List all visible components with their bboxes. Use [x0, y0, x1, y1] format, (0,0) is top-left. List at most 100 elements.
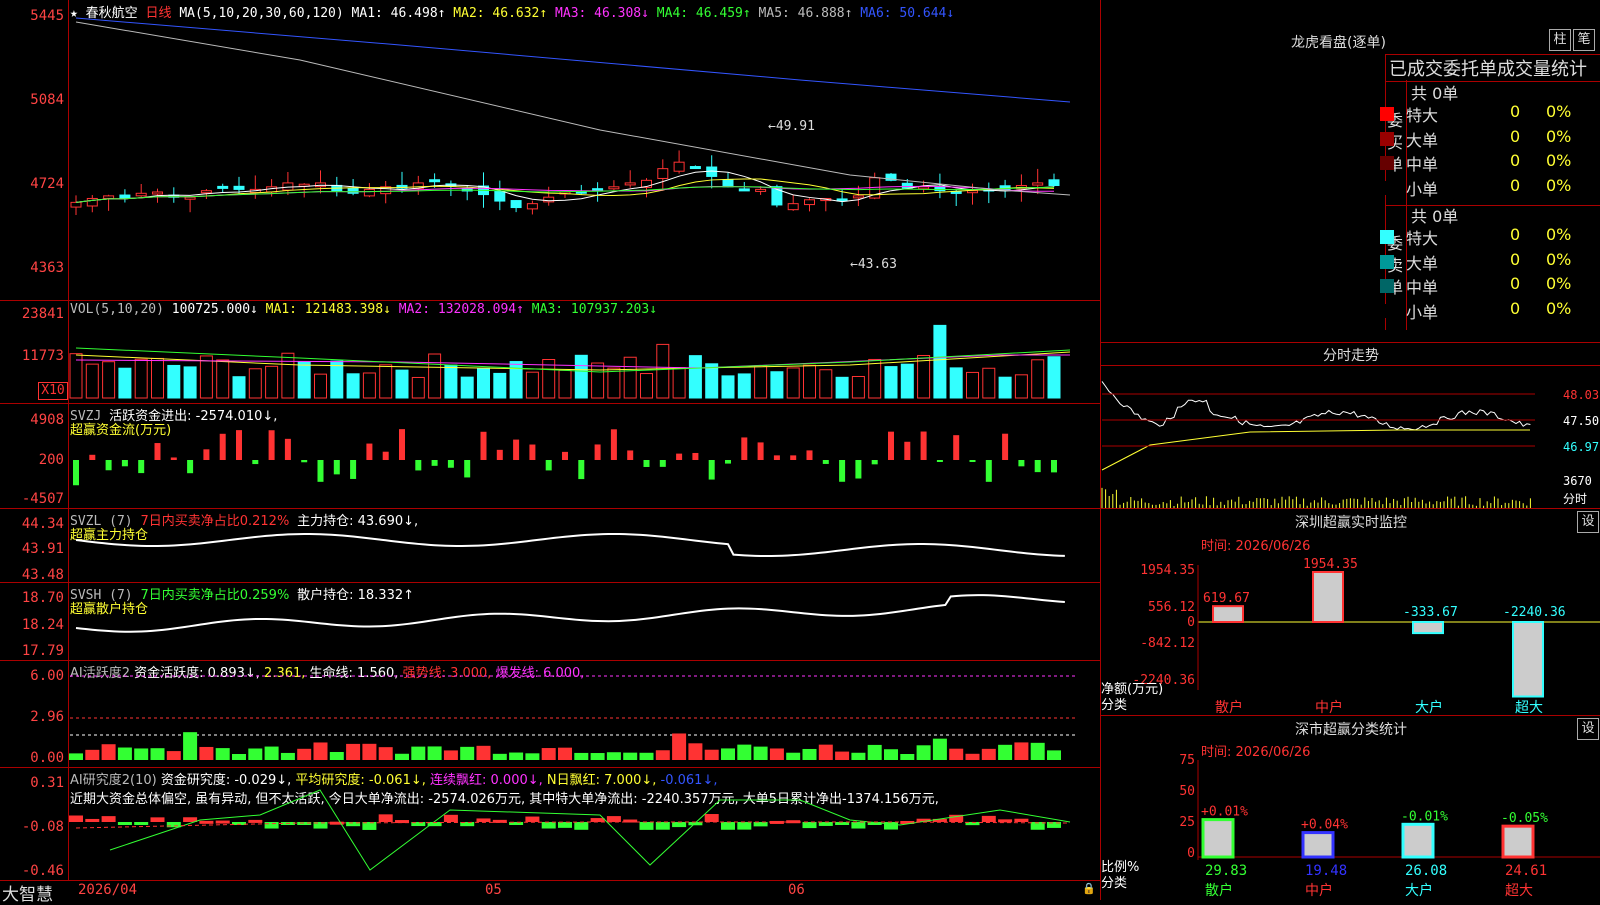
- panel-divider: [0, 880, 1100, 881]
- volume-unit-badge[interactable]: X10: [38, 382, 68, 400]
- panel-divider: [0, 660, 1100, 661]
- svzl-tick: 44.34: [21, 516, 64, 532]
- order-type-swatch: [1380, 107, 1394, 121]
- ai-research-p3: 连续飘红: 0.000↓,: [430, 773, 543, 788]
- main-chart-header: ★ 春秋航空 日线 MA(5,10,20,30,60,120) MA1: 46.…: [70, 2, 954, 21]
- order-type-name: 特大: [1406, 106, 1439, 125]
- price-tick: 4724: [30, 176, 64, 192]
- order-type-swatch: [1380, 131, 1394, 146]
- svzj-tick: 4908: [30, 412, 64, 428]
- ma-value: MA4: 46.459↑: [648, 6, 751, 21]
- sz-class-y-tick: 25: [1179, 815, 1195, 830]
- order-type-pct: 0%: [1546, 249, 1572, 269]
- order-type-count: 0: [1510, 249, 1521, 269]
- intraday-tick: 47.50: [1563, 414, 1600, 428]
- order-type-pct: 0%: [1546, 126, 1572, 146]
- intraday-title: 分时走势: [1323, 348, 1379, 364]
- ai-active-header: AI活跃度2 资金活跃度: 0.893↓, 2.361, 生命线: 1.560,…: [70, 662, 584, 681]
- svzl-tick: 43.48: [21, 567, 64, 583]
- bar-view-button[interactable]: 柱: [1549, 29, 1571, 51]
- order-type-count: 0: [1510, 175, 1521, 195]
- order-type-name: 中单: [1406, 155, 1439, 174]
- ai-active-tick: 6.00: [30, 668, 64, 684]
- order-type-pct: 0%: [1546, 298, 1572, 318]
- svsh-tick: 18.70: [21, 590, 64, 606]
- ai-research-tick: 0.31: [30, 775, 64, 791]
- order-type-pct: 0%: [1546, 225, 1572, 244]
- star-icon[interactable]: ★: [70, 6, 78, 21]
- svzl-tick: 43.91: [21, 541, 64, 557]
- ai-research-title: AI研究度2(10): [70, 773, 157, 788]
- ma-value: MA6: 50.644↓: [852, 6, 955, 21]
- order-type-pct: 0%: [1546, 274, 1572, 293]
- ai-research-header: AI研究度2(10) 资金研究度: -0.029↓, 平均研究度: -0.061…: [70, 769, 717, 788]
- sz-class-title: 深市超赢分类统计: [1295, 722, 1407, 738]
- order-type-swatch: [1380, 230, 1394, 244]
- sz-class-y-tick: 50: [1179, 784, 1195, 799]
- date-axis-start: 2026/04: [78, 882, 138, 898]
- volume-title: VOL(5,10,20): [70, 302, 164, 317]
- date-axis-month: 06: [788, 882, 805, 898]
- order-type-name: 小单: [1406, 302, 1439, 322]
- buy-orders-total: 共 0单: [1411, 84, 1459, 103]
- panel-divider: [0, 767, 1100, 768]
- order-type-name: 大单: [1406, 253, 1439, 273]
- order-type-swatch: [1380, 156, 1394, 170]
- volume-ma1: MA1: 121483.398↓: [265, 302, 391, 317]
- order-type-swatch: [1380, 254, 1394, 269]
- svzl-holding: 主力持仓: 43.690↓,: [297, 514, 419, 529]
- order-type-swatch: [1380, 279, 1394, 293]
- order-type-pct: 0%: [1546, 151, 1572, 170]
- period-label[interactable]: 日线: [146, 6, 172, 21]
- intraday-tick: 48.03: [1563, 388, 1600, 402]
- ai-active-p3: 生命线: 1.560,: [309, 666, 399, 681]
- sz-monitor-settings-button[interactable]: 设: [1577, 511, 1599, 533]
- dragon-title: 龙虎看盘(逐单): [1291, 35, 1386, 51]
- order-type-count: 0: [1510, 102, 1521, 121]
- volume-value: 100725.000↓: [171, 302, 258, 317]
- panel-divider: [1101, 342, 1600, 343]
- svsh-subtitle: 超赢散户持仓: [70, 602, 149, 617]
- ai-active-title: AI活跃度2: [70, 666, 130, 681]
- svzl-subtitle: 超赢主力持仓: [70, 528, 149, 543]
- order-stats-title: 已成交委托单成交量统计: [1389, 59, 1587, 80]
- ma-values: MA1: 46.498↑ MA2: 46.632↑ MA3: 46.308↓ M…: [352, 6, 955, 21]
- svsh-tick: 18.24: [21, 617, 64, 633]
- order-type-count: 0: [1510, 298, 1521, 318]
- order-type-count: 0: [1510, 274, 1521, 293]
- panel-divider: [1101, 365, 1600, 366]
- svzl-ratio: 7日内买卖净占比0.212%: [140, 514, 290, 529]
- sz-class-time: 时间: 2026/06/26: [1201, 745, 1311, 760]
- order-type-name: 特大: [1406, 229, 1439, 248]
- brand-logo: 大智慧: [2, 885, 53, 905]
- main-chart-area[interactable]: ★ 春秋航空 日线 MA(5,10,20,30,60,120) MA1: 46.…: [0, 0, 1100, 905]
- lock-icon[interactable]: 🔒: [1082, 882, 1096, 895]
- svzj-tick: 200: [38, 452, 64, 468]
- ma-header: MA(5,10,20,30,60,120): [179, 6, 344, 21]
- order-type-count: 0: [1510, 126, 1521, 146]
- svzj-tick: -4507: [21, 491, 64, 507]
- stock-name: 春秋航空: [85, 6, 138, 21]
- ai-research-p4: N日飘红: 7.000↓,: [546, 773, 657, 788]
- axis-divider: [68, 0, 69, 880]
- sz-monitor-time: 时间: 2026/06/26: [1201, 539, 1311, 554]
- ai-research-p5: -0.061↓,: [660, 773, 718, 788]
- tick-view-button[interactable]: 笔: [1573, 29, 1595, 51]
- svzj-subtitle: 超赢资金流(万元): [70, 423, 172, 438]
- order-type-count: 0: [1510, 225, 1521, 244]
- volume-header: VOL(5,10,20) 100725.000↓ MA1: 121483.398…: [70, 302, 657, 317]
- order-type-pct: 0%: [1546, 175, 1572, 195]
- price-tick: 5084: [30, 92, 64, 108]
- sz-class-settings-button[interactable]: 设: [1577, 718, 1599, 740]
- ai-active-p4: 强势线: 3.000,: [402, 666, 492, 681]
- ai-active-tick: 2.96: [30, 709, 64, 725]
- sz-class-y-tick: 75: [1179, 753, 1195, 768]
- panel-divider: [1101, 508, 1600, 509]
- sz-x-caption: 分类: [1101, 698, 1128, 713]
- volume-tick: 11773: [21, 348, 64, 364]
- panel-divider: [0, 582, 1100, 583]
- ai-active-p5: 爆发线: 6.000,: [495, 666, 585, 681]
- ma-value: MA2: 46.632↑: [445, 6, 548, 21]
- order-type-name: 大单: [1406, 130, 1439, 150]
- ma-value: MA1: 46.498↑: [351, 6, 446, 21]
